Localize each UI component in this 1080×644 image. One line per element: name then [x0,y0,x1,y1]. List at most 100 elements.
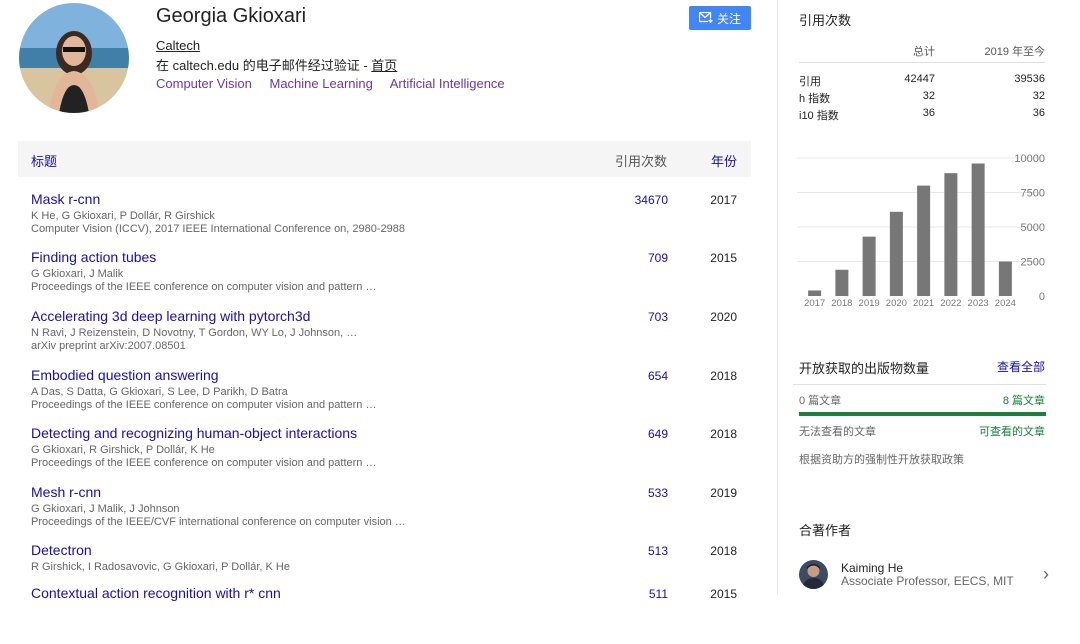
homepage-link[interactable]: 首页 [371,58,397,73]
publication-title[interactable]: Detectron [31,542,92,558]
unavailable-count[interactable]: 0 篇文章 [799,392,841,408]
publication-title[interactable]: Mesh r-cnn [31,484,101,500]
publication-authors: R Girshick, I Radosavovic, G Gkioxari, P… [31,561,290,573]
publication-title[interactable]: Embodied question answering [31,367,219,383]
publication-authors: K He, G Gkioxari, P Dollár, R Girshick [31,210,215,222]
follow-label: 关注 [716,11,741,26]
publication-venue: arXiv preprint arXiv:2007.08501 [31,340,186,352]
available-count[interactable]: 8 篇文章 [1003,392,1045,408]
y-tick-label: 5000 [1021,222,1045,234]
column-divider [777,0,778,594]
stat-row-i10-index: i10 指数 36 36 [799,107,1045,124]
publication-title[interactable]: Finding action tubes [31,249,156,265]
citation-count[interactable]: 654 [648,369,668,383]
open-access-divider [793,384,1046,385]
col-total: 总计 [913,46,935,58]
citations-bar-chart: 10000 7500 5000 2500 0 2017 2018 2019 2020 2021 20… [797,153,1045,309]
publication-authors: A Das, S Datta, G Gkioxari, S Lee, D Par… [31,386,288,398]
chevron-right-icon[interactable]: › [1043,564,1049,585]
publication-year: 2020 [710,310,737,324]
interest-link[interactable]: Artificial Intelligence [390,76,505,91]
y-tick-label: 10000 [1014,153,1045,165]
bar-2023[interactable] [971,163,985,296]
cited-by-header: 总计 2019 年至今 [799,40,1045,63]
citation-count[interactable]: 511 [649,587,668,601]
stat-total: 32 [922,90,935,102]
publication-authors: N Ravi, J Reizenstein, D Novotny, T Gord… [31,327,358,339]
publication-venue: Proceedings of the IEEE conference on co… [31,457,377,469]
y-tick-label: 7500 [1021,188,1045,200]
affiliation-link[interactable]: Caltech [156,38,200,53]
unavailable-label: 无法查看的文章 [799,426,876,438]
coauthor-name[interactable]: Kaiming He [841,561,903,575]
citation-count[interactable]: 703 [648,310,668,324]
y-tick-label: 2500 [1021,257,1045,269]
bar-2018[interactable] [835,269,849,296]
publication-authors: G Gkioxari, J Malik [31,268,124,280]
mandate-note: 根据资助方的强制性开放获取政策 [799,454,964,466]
bar-2024[interactable] [998,261,1012,297]
publication-year: 2018 [710,369,737,383]
interest-link[interactable]: Computer Vision [156,76,252,91]
publication-row: Mesh r-cnn G Gkioxari, J Malik, J Johnso… [18,484,751,543]
coauthors-title: 合著作者 [799,523,852,538]
stat-label: h 指数 [799,93,831,105]
bar-2022[interactable] [944,173,958,296]
stat-total: 36 [922,107,935,119]
publication-title[interactable]: Accelerating 3d deep learning with pytor… [31,308,310,324]
stat-total: 42447 [904,73,935,85]
coauthor-avatar [799,560,828,589]
research-interests: Computer Vision Machine Learning Artific… [156,76,519,91]
follow-button[interactable]: 关注 [689,6,751,30]
publication-title[interactable]: Contextual action recognition with r* cn… [31,585,281,601]
col-since: 2019 年至今 [984,46,1045,58]
publication-year: 2018 [710,427,737,441]
bar-2019[interactable] [862,236,876,296]
x-tick-label: 2021 [913,298,934,309]
stat-label: 引用 [799,76,821,88]
publications-header: 标题 引用次数 年份 [18,141,751,177]
x-tick-label: 2022 [940,298,961,309]
publication-row: Mask r-cnn K He, G Gkioxari, P Dollár, R… [18,191,751,250]
publication-row: Finding action tubes G Gkioxari, J Malik… [18,249,751,308]
citation-count[interactable]: 533 [648,486,668,500]
publication-year: 2015 [710,251,737,265]
publication-title[interactable]: Detecting and recognizing human-object i… [31,425,357,441]
publication-venue: Computer Vision (ICCV), 2017 IEEE Intern… [31,223,406,235]
publication-year: 2015 [710,587,737,601]
citation-count[interactable]: 34670 [635,193,668,207]
open-access-bar [799,412,1046,416]
sort-by-title[interactable]: 标题 [31,151,57,170]
x-tick-label: 2017 [804,298,825,309]
stat-row-h-index: h 指数 32 32 [799,90,1045,107]
x-tick-label: 2018 [831,298,852,309]
publication-row: Detecting and recognizing human-object i… [18,425,751,484]
bar-2017[interactable] [808,290,822,296]
publication-authors: G Gkioxari, J Malik, J Johnson [31,503,180,515]
publication-venue: Proceedings of the IEEE/CVF internationa… [31,516,406,528]
cited-by-title: 引用次数 [799,13,852,28]
citation-count[interactable]: 513 [648,544,668,558]
publication-title[interactable]: Mask r-cnn [31,191,100,207]
sort-by-year[interactable]: 年份 [711,151,737,170]
x-tick-label: 2024 [995,298,1016,309]
x-tick-label: 2020 [886,298,907,309]
coauthor-item[interactable]: Kaiming He Associate Professor, EECS, MI… [799,560,1049,590]
x-tick-label: 2019 [859,298,880,309]
bar-2021[interactable] [917,185,931,296]
profile-avatar [19,3,129,113]
interest-link[interactable]: Machine Learning [270,76,373,91]
citation-count[interactable]: 709 [648,251,668,265]
profile-name: Georgia Gkioxari [156,5,307,27]
bar-2020[interactable] [889,211,903,296]
view-all-link[interactable]: 查看全部 [997,358,1045,375]
citation-count[interactable]: 649 [648,427,668,441]
cited-by-table: 总计 2019 年至今 引用 42447 39536 h 指数 32 32 i1… [799,40,1045,124]
sort-by-citations[interactable]: 引用次数 [615,151,667,170]
stat-label: i10 指数 [799,110,839,122]
publication-year: 2019 [710,486,737,500]
stat-since: 39536 [1014,73,1045,85]
x-tick-label: 2023 [968,298,989,309]
coauthor-position: Associate Professor, EECS, MIT [841,574,1014,588]
email-follow-icon [698,12,713,23]
